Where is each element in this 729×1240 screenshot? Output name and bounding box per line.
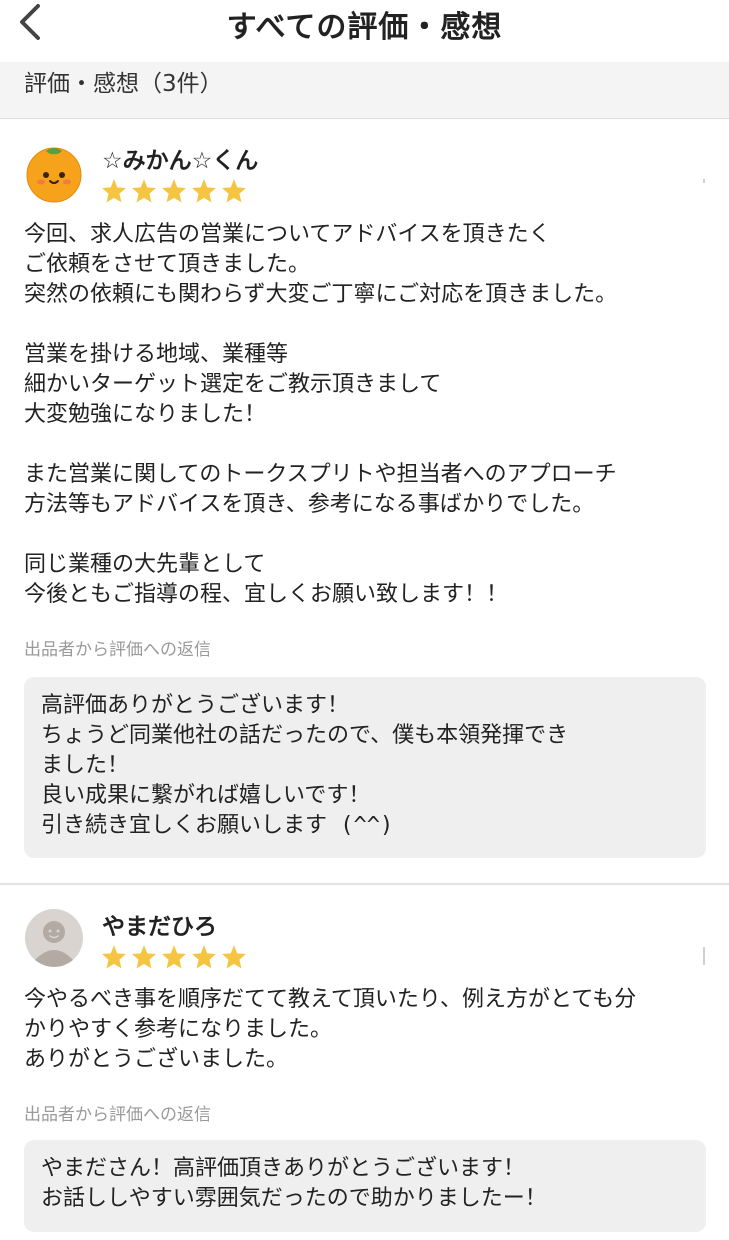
star-icon (222, 945, 246, 969)
reply-label: 出品者から評価への返信 (24, 640, 211, 660)
review-count-title: 評価・感想（3件） (24, 71, 223, 97)
star-icon (192, 179, 216, 203)
star-icon (132, 179, 156, 203)
reviewer-name: ☆みかん☆くん (102, 148, 259, 174)
review-item: やまだひろ 今やるべき事を順序だてて教えて頂いたり、例え方がとても分 かりやすく… (0, 883, 729, 1240)
nav-bar: すべての評価・感想 (0, 0, 729, 62)
star-icon (222, 179, 246, 203)
star-icon (162, 179, 186, 203)
star-rating (101, 178, 247, 204)
review-text: 今回、求人広告の営業についてアドバイスを頂きたく ご依頼をさせて頂きました。 突… (24, 222, 618, 607)
divider-mark (703, 179, 705, 183)
star-rating (101, 944, 247, 970)
orange-character-icon (26, 147, 82, 203)
seller-reply-text: やまださん！高評価頂きありがとうございます！ お話ししやすい雰囲気だったので助か… (41, 1156, 547, 1211)
seller-reply-box: やまださん！高評価頂きありがとうございます！ お話ししやすい雰囲気だったので助か… (24, 1140, 706, 1232)
seller-reply-box: 高評価ありがとうございます！ ちょうど同業他社の話だったので、僕も本領発揮でき … (24, 677, 706, 858)
page-title: すべての評価・感想 (226, 10, 503, 45)
star-icon (102, 945, 126, 969)
star-icon (102, 179, 126, 203)
star-icon (192, 945, 216, 969)
star-icon (132, 945, 156, 969)
divider-mark (703, 947, 705, 965)
section-header: 評価・感想（3件） (0, 62, 729, 119)
reviewer-name: やまだひろ (102, 914, 217, 940)
reply-label: 出品者から評価への返信 (24, 1105, 211, 1125)
review-text: 今やるべき事を順序だてて教えて頂いたり、例え方がとても分 かりやすく参考になりま… (24, 987, 637, 1072)
review-item: ☆みかん☆くん 今回、求人広告の営業についてアドバイスを頂きたく ご依頼をさせて… (0, 119, 729, 879)
reviews-screen: すべての評価・感想 評価・感想（3件） ☆みかん☆くん 今回、求人広告の営業につ… (0, 0, 729, 1240)
star-icon (162, 945, 186, 969)
seller-reply-text: 高評価ありがとうございます！ ちょうど同業他社の話だったので、僕も本領発揮でき … (41, 693, 569, 838)
default-user-icon (25, 909, 83, 967)
